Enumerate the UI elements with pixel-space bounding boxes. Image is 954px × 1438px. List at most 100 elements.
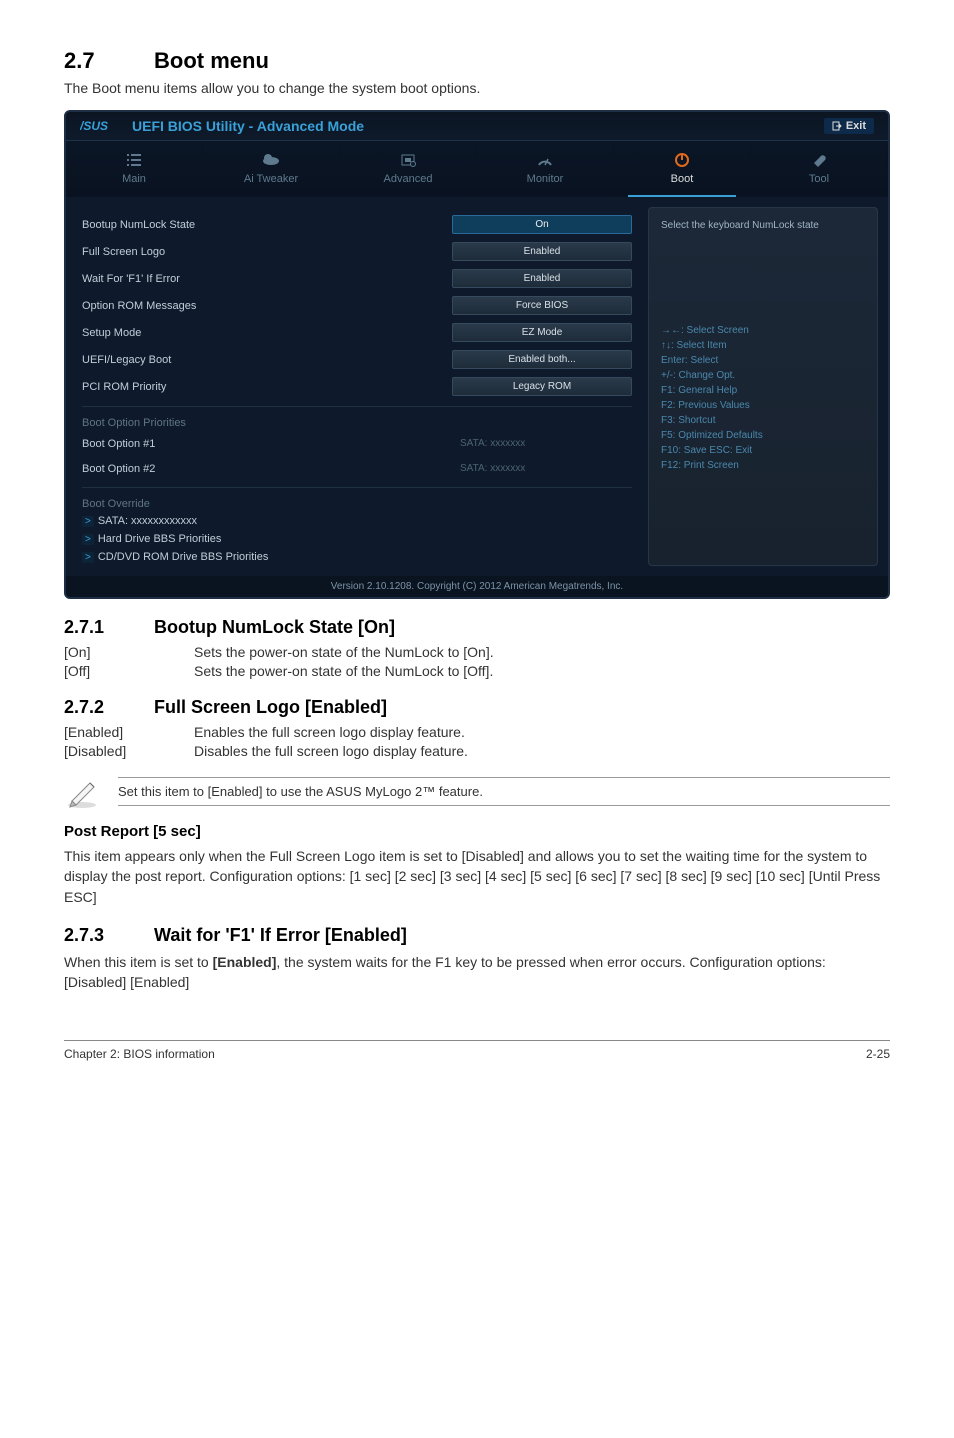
tab-tool-label: Tool — [809, 173, 829, 185]
pencil-note-icon — [64, 773, 100, 809]
exit-label: Exit — [846, 120, 866, 132]
note-box: Set this item to [Enabled] to use the AS… — [64, 773, 890, 809]
value-setupmode[interactable]: EZ Mode — [452, 323, 632, 342]
override-sata[interactable]: > SATA: xxxxxxxxxxxx — [82, 512, 632, 530]
row-waitf1[interactable]: Wait For 'F1' If Error Enabled — [82, 265, 632, 292]
opt-off-key: [Off] — [64, 663, 194, 679]
opt-on: [On]Sets the power-on state of the NumLo… — [64, 644, 890, 660]
value-bootopt2[interactable]: SATA: xxxxxxx — [452, 460, 632, 477]
help-k9: F10: Save ESC: Exit — [661, 443, 865, 458]
heading-271: 2.7.1Bootup NumLock State [On] — [64, 617, 890, 638]
power-icon — [674, 152, 690, 168]
row-uefi[interactable]: UEFI/Legacy Boot Enabled both... — [82, 346, 632, 373]
override-sata-label: SATA: xxxxxxxxxxxx — [98, 515, 197, 527]
tab-advanced[interactable]: Advanced — [340, 141, 477, 197]
bios-screenshot: /SUS UEFI BIOS Utility - Advanced Mode E… — [64, 110, 890, 599]
tab-boot[interactable]: Boot — [614, 141, 751, 197]
bios-help-panel: Select the keyboard NumLock state →←: Se… — [648, 207, 878, 566]
help-description: Select the keyboard NumLock state — [661, 218, 865, 233]
svg-text:/SUS: /SUS — [80, 119, 108, 133]
value-waitf1[interactable]: Enabled — [452, 269, 632, 288]
opt-enabled-key: [Enabled] — [64, 724, 194, 740]
bios-tabs: Main Ai Tweaker Advanced Monitor Boot To… — [66, 141, 888, 197]
heading-273-num: 2.7.3 — [64, 925, 154, 946]
bios-exit-button[interactable]: Exit — [824, 118, 874, 134]
bios-titlebar: /SUS UEFI BIOS Utility - Advanced Mode E… — [66, 112, 888, 141]
arrow-icon: > — [82, 552, 94, 563]
postreport-body: This item appears only when the Full Scr… — [64, 846, 890, 907]
help-k6: F2: Previous Values — [661, 398, 865, 413]
row-pcirom[interactable]: PCI ROM Priority Legacy ROM — [82, 373, 632, 400]
arrow-icon: > — [82, 516, 94, 527]
value-bootopt1[interactable]: SATA: xxxxxxx — [452, 435, 632, 452]
help-k4: +/-: Change Opt. — [661, 368, 865, 383]
help-keys: →←: Select Screen ↑↓: Select Item Enter:… — [661, 323, 865, 473]
row-optrom[interactable]: Option ROM Messages Force BIOS — [82, 292, 632, 319]
row-numlock[interactable]: Bootup NumLock State On — [82, 211, 632, 238]
bios-divider — [82, 406, 632, 407]
label-pcirom: PCI ROM Priority — [82, 381, 166, 393]
tab-boot-label: Boot — [671, 173, 694, 185]
opt-disabled: [Disabled]Disables the full screen logo … — [64, 743, 890, 759]
help-k10: F12: Print Screen — [661, 458, 865, 473]
value-logo[interactable]: Enabled — [452, 242, 632, 261]
exit-door-icon — [832, 121, 842, 131]
label-numlock: Bootup NumLock State — [82, 219, 195, 231]
chip-icon — [399, 153, 417, 167]
section-intro: The Boot menu items allow you to change … — [64, 80, 890, 96]
row-setupmode[interactable]: Setup Mode EZ Mode — [82, 319, 632, 346]
label-optrom: Option ROM Messages — [82, 300, 196, 312]
asus-logo-icon: /SUS — [80, 119, 126, 133]
tab-advanced-label: Advanced — [384, 173, 433, 185]
row-logo[interactable]: Full Screen Logo Enabled — [82, 238, 632, 265]
value-uefi[interactable]: Enabled both... — [452, 350, 632, 369]
help-k1: →←: Select Screen — [661, 323, 865, 338]
label-uefi: UEFI/Legacy Boot — [82, 354, 171, 366]
footer-left: Chapter 2: BIOS information — [64, 1047, 215, 1061]
opt-off-val: Sets the power-on state of the NumLock t… — [194, 663, 493, 679]
bios-title-text: UEFI BIOS Utility - Advanced Mode — [132, 118, 364, 134]
tab-main-label: Main — [122, 173, 146, 185]
arrow-icon: > — [82, 534, 94, 545]
value-optrom[interactable]: Force BIOS — [452, 296, 632, 315]
heading-273-title: Wait for 'F1' If Error [Enabled] — [154, 925, 407, 945]
opt-disabled-key: [Disabled] — [64, 743, 194, 759]
page-footer: Chapter 2: BIOS information 2-25 — [64, 1040, 890, 1061]
override-hdd-label: Hard Drive BBS Priorities — [98, 533, 221, 545]
value-pcirom[interactable]: Legacy ROM — [452, 377, 632, 396]
opt-on-val: Sets the power-on state of the NumLock t… — [194, 644, 494, 660]
override-hdd[interactable]: > Hard Drive BBS Priorities — [82, 530, 632, 548]
heading-272-title: Full Screen Logo [Enabled] — [154, 697, 387, 717]
footer-right: 2-25 — [866, 1047, 890, 1061]
help-k5: F1: General Help — [661, 383, 865, 398]
heading-272: 2.7.2Full Screen Logo [Enabled] — [64, 697, 890, 718]
section-number: 2.7 — [64, 48, 154, 74]
help-k2: ↑↓: Select Item — [661, 338, 865, 353]
wrench-icon — [810, 153, 828, 167]
row-bootopt2[interactable]: Boot Option #2 SATA: xxxxxxx — [82, 456, 632, 481]
label-bootopt2: Boot Option #2 — [82, 463, 155, 475]
bios-brand: /SUS UEFI BIOS Utility - Advanced Mode — [80, 118, 364, 134]
heading-273: 2.7.3Wait for 'F1' If Error [Enabled] — [64, 925, 890, 946]
boot-priorities-header: Boot Option Priorities — [82, 413, 632, 431]
tab-ai-tweaker[interactable]: Ai Tweaker — [203, 141, 340, 197]
bios-divider-2 — [82, 487, 632, 488]
heading-272-num: 2.7.2 — [64, 697, 154, 718]
bios-settings-panel: Bootup NumLock State On Full Screen Logo… — [66, 197, 648, 576]
list-icon — [125, 153, 143, 167]
tab-main[interactable]: Main — [66, 141, 203, 197]
section-title-text: Boot menu — [154, 48, 269, 73]
value-numlock[interactable]: On — [452, 215, 632, 234]
row-bootopt1[interactable]: Boot Option #1 SATA: xxxxxxx — [82, 431, 632, 456]
help-k7: F3: Shortcut — [661, 413, 865, 428]
tab-tool[interactable]: Tool — [751, 141, 888, 197]
heading-271-num: 2.7.1 — [64, 617, 154, 638]
label-setupmode: Setup Mode — [82, 327, 141, 339]
tab-monitor[interactable]: Monitor — [477, 141, 614, 197]
override-cddvd[interactable]: >CD/DVD ROM Drive BBS Priorities — [82, 548, 632, 566]
note-text: Set this item to [Enabled] to use the AS… — [118, 777, 890, 806]
help-k3: Enter: Select — [661, 353, 865, 368]
opt-enabled-val: Enables the full screen logo display fea… — [194, 724, 465, 740]
bios-footer: Version 2.10.1208. Copyright (C) 2012 Am… — [66, 576, 888, 597]
s273-body: When this item is set to [Enabled], the … — [64, 952, 890, 993]
